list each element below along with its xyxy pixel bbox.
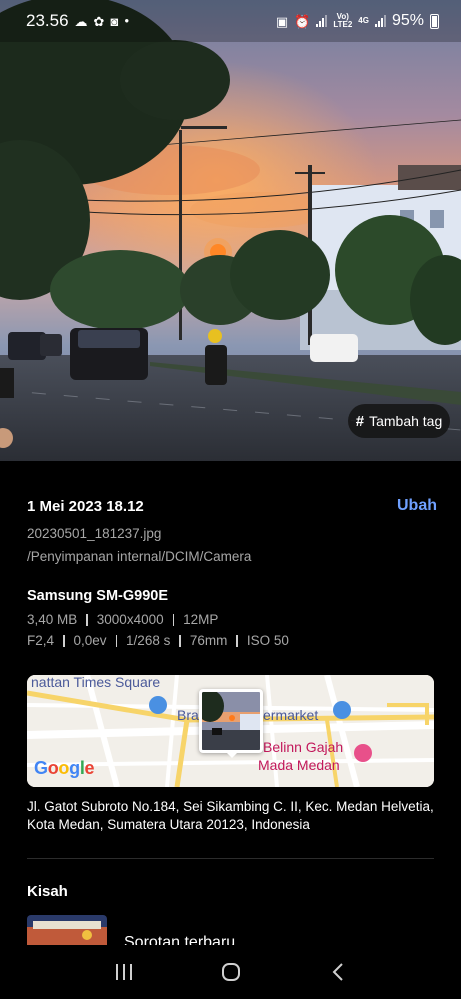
exposure: 0,0ev xyxy=(73,633,107,648)
google-logo-letter: o xyxy=(47,758,59,778)
divider xyxy=(63,634,65,647)
google-logo-letter: g xyxy=(69,758,80,778)
instagram-icon: ◙ xyxy=(110,13,119,29)
signal-strength-2-icon xyxy=(374,15,386,27)
file-size: 3,40 MB xyxy=(27,612,78,627)
add-tag-label: Tambah tag xyxy=(369,413,443,429)
google-logo-letter: e xyxy=(84,758,95,778)
stories-heading: Kisah xyxy=(27,883,68,900)
signal-strength-icon xyxy=(316,15,328,27)
alarm-icon: ⏰ xyxy=(294,13,311,29)
iso: ISO 50 xyxy=(246,633,289,648)
focal-length: 76mm xyxy=(189,633,228,648)
network-type-indicator: 4G xyxy=(358,16,369,25)
map-label-poi-left: Bra xyxy=(177,707,199,723)
section-divider xyxy=(27,858,434,859)
megapixels: 12MP xyxy=(183,612,219,627)
hashtag-icon: # xyxy=(355,412,365,430)
volte-indicator: Vo) LTE2 xyxy=(333,12,353,29)
map-label-place-1: Belinn Gajah xyxy=(263,739,344,755)
photo-date: 1 Mei 2023 18.12 xyxy=(27,497,144,515)
divider xyxy=(236,634,238,647)
divider xyxy=(179,634,181,647)
battery-icon xyxy=(430,13,439,29)
divider xyxy=(115,634,118,647)
battery-percent: 95% xyxy=(391,12,424,29)
map-label-poi-right: ermarket xyxy=(263,707,319,723)
file-specs: 3,40 MB 3000x4000 12MP xyxy=(27,612,218,627)
screenshot-icon: ▣ xyxy=(275,13,289,29)
home-icon xyxy=(221,963,240,981)
home-button[interactable] xyxy=(211,952,251,992)
back-icon xyxy=(332,963,343,981)
map-pin-pointer xyxy=(225,751,239,758)
divider xyxy=(86,613,88,626)
recent-apps-button[interactable] xyxy=(104,952,144,992)
back-button[interactable] xyxy=(318,952,358,992)
system-navigation-bar xyxy=(0,945,461,999)
location-map[interactable]: nattan Times Square Bra ermarket Belinn … xyxy=(27,675,434,787)
story-thumbnail[interactable] xyxy=(27,915,107,945)
shutter-speed: 1/268 s xyxy=(126,633,171,648)
map-photo-thumbnail xyxy=(199,689,263,753)
recent-apps-icon xyxy=(115,964,132,980)
file-path: /Penyimpanan internal/DCIM/Camera xyxy=(27,549,252,564)
location-address: Jl. Gatot Subroto No.184, Sei Sikambing … xyxy=(27,799,434,832)
edit-details-button[interactable]: Ubah xyxy=(397,497,437,515)
google-logo-letter: o xyxy=(58,758,70,778)
photo-details: 1 Mei 2023 18.12 Ubah 20230501_181237.jp… xyxy=(27,497,437,564)
status-bar: 23.56 ☁ ✿ ◙ ● ▣ ⏰ Vo) LTE2 4G 95% xyxy=(0,0,461,42)
map-label-road: nattan Times Square xyxy=(31,675,161,690)
google-logo-letter: G xyxy=(34,758,48,778)
photo-image xyxy=(0,0,461,461)
notification-dot-icon: ● xyxy=(124,16,130,25)
photo-viewer[interactable]: # Tambah tag xyxy=(0,0,461,461)
image-resolution: 3000x4000 xyxy=(96,612,164,627)
google-logo: Google xyxy=(34,758,95,779)
aperture: F2,4 xyxy=(27,633,55,648)
camera-device: Samsung SM-G990E xyxy=(27,588,169,604)
status-time: 23.56 xyxy=(26,11,69,30)
camera-specs: F2,4 0,0ev 1/268 s 76mm ISO 50 xyxy=(27,633,289,648)
cloud-icon: ☁ xyxy=(74,13,88,29)
file-name: 20230501_181237.jpg xyxy=(27,526,162,541)
map-label-place-2: Mada Medan xyxy=(258,757,340,773)
game-launcher-icon: ✿ xyxy=(93,13,105,29)
add-tag-button[interactable]: # Tambah tag xyxy=(348,404,450,438)
divider xyxy=(172,613,175,626)
